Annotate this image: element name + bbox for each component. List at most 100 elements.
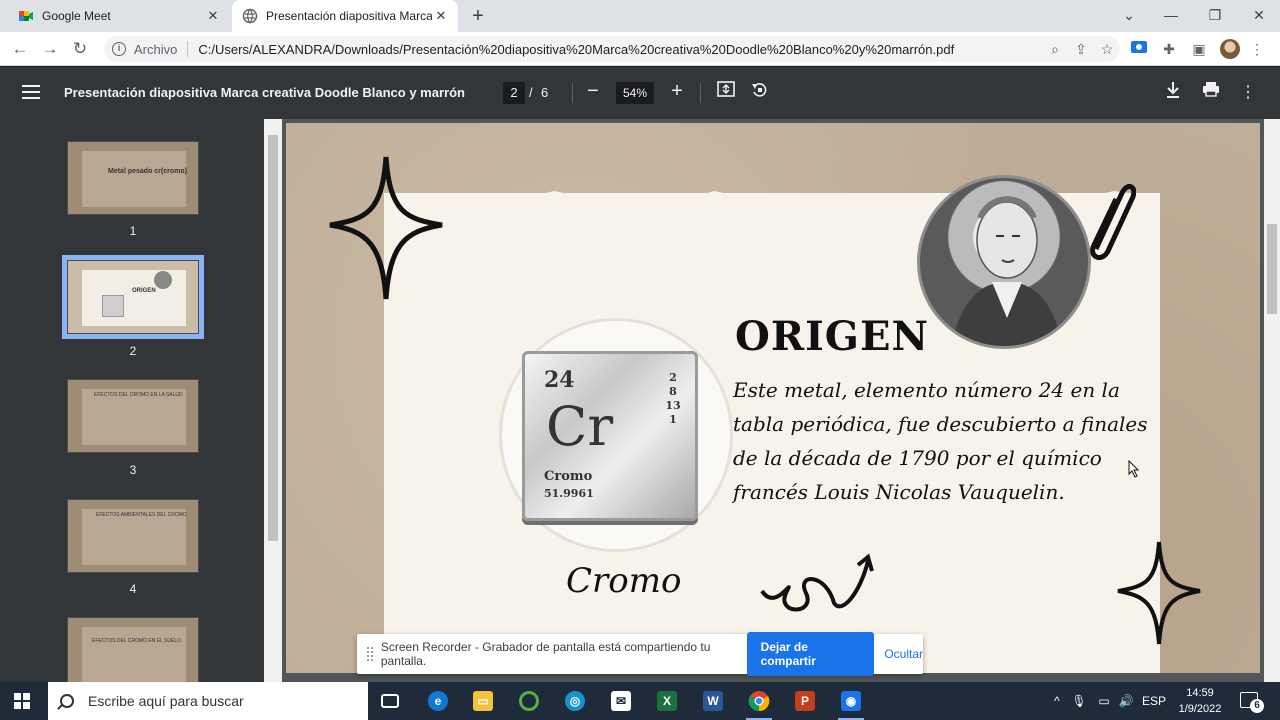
thumbnail-page-1[interactable]: Metal pesado cr(cromo) [67, 141, 199, 215]
qlik-icon[interactable] [512, 686, 546, 716]
total-pages: 6 [541, 85, 549, 100]
thumbnail-page-4[interactable]: EFECTOS AMBIENTALES DEL CROMO [67, 499, 199, 573]
powerpoint-icon[interactable]: P [788, 686, 822, 716]
zoom-level-input[interactable]: 54% [616, 82, 654, 104]
curly-arrow-icon [760, 553, 874, 612]
page-separator: / [529, 85, 533, 100]
language-indicator[interactable]: ESP [1140, 682, 1168, 720]
mouse-cursor-icon [1128, 460, 1140, 478]
hide-banner-button[interactable]: Ocultar [884, 647, 923, 661]
file-explorer-icon[interactable]: ▭ [466, 686, 500, 716]
zoom-out-button[interactable]: − [581, 80, 605, 104]
task-view-icon[interactable] [373, 686, 407, 716]
slide-title: ORIGEN [735, 313, 930, 360]
extensions-puzzle-icon[interactable]: ✚ [1158, 38, 1180, 60]
new-tab-button[interactable]: + [466, 4, 490, 28]
taskbar-search-input[interactable]: Escribe aquí para buscar [48, 682, 368, 720]
viewer-scrollbar-thumb[interactable] [1267, 224, 1277, 314]
stop-sharing-button[interactable]: Dejar de compartir [746, 632, 875, 676]
maximize-button[interactable]: ❐ [1193, 0, 1237, 32]
more-options-icon[interactable]: ⋮ [1236, 81, 1260, 105]
viewer-scrollbar[interactable] [1264, 119, 1280, 682]
atomic-number: 24 [544, 367, 575, 393]
windows-start-icon[interactable] [14, 693, 30, 709]
thumbnail-page-5[interactable]: EFECTOS DEL CROMO EN EL SUELO [67, 617, 199, 682]
thumbnail-page-3[interactable]: EFECTOS DEL CROMO EN LA SALUD [67, 379, 199, 453]
zoom-icon[interactable]: ⌕ [1042, 41, 1068, 58]
fit-to-page-icon[interactable] [714, 81, 738, 105]
share-message: Screen Recorder - Grabador de pantalla e… [380, 640, 711, 668]
window-close-button[interactable]: ✕ [1237, 0, 1280, 32]
back-button[interactable]: ← [8, 37, 32, 61]
rotate-icon[interactable] [748, 81, 772, 105]
screen-share-banner: Screen Recorder - Grabador de pantalla e… [357, 632, 923, 676]
volume-icon[interactable]: 🔊 [1116, 682, 1136, 720]
element-name: Cromo [544, 469, 593, 484]
thumbnail-page-2[interactable]: ORIGEN [67, 260, 199, 334]
hamburger-menu-icon[interactable] [22, 85, 40, 99]
close-icon[interactable]: ✕ [432, 8, 450, 24]
download-icon[interactable] [1161, 81, 1185, 105]
chrome-icon[interactable] [742, 686, 776, 720]
thumbnail-portrait [154, 271, 172, 289]
tab-pdf-document[interactable]: Presentación diapositiva Marca c ✕ [232, 0, 458, 32]
thumbnail-number: 3 [129, 463, 137, 477]
chrome-logo [748, 691, 770, 712]
screen-recorder-icon[interactable]: ◉ [834, 686, 868, 720]
maps-icon[interactable]: ◎ [558, 686, 592, 716]
drag-handle-icon[interactable] [367, 647, 373, 661]
thumbnail-number: 4 [129, 582, 137, 596]
show-hidden-icons[interactable]: ^ [1048, 682, 1066, 720]
search-icon [60, 694, 74, 708]
slide-caption: Cromo [566, 561, 682, 601]
tab-search-icon[interactable]: ⌄ [1107, 0, 1151, 32]
pdf-toolbar: Presentación diapositiva Marca creativa … [0, 67, 1280, 119]
side-panel-icon[interactable]: ▣ [1188, 38, 1210, 60]
minimize-button[interactable]: — [1149, 0, 1193, 32]
address-separator [187, 41, 189, 57]
atomic-mass: 51.9961 [544, 487, 594, 500]
reload-button[interactable]: ↻ [68, 37, 92, 61]
address-input[interactable]: i Archivo C:/Users/ALEXANDRA/Downloads/P… [104, 36, 1120, 62]
url-text[interactable]: C:/Users/ALEXANDRA/Downloads/Presentació… [198, 42, 1042, 57]
tab-label: Google Meet [42, 9, 111, 23]
bookmark-star-icon[interactable]: ☆ [1094, 41, 1120, 58]
electron-shell: 13 [665, 399, 681, 412]
thumbnail-title: EFECTOS DEL CROMO EN EL SUELO [92, 638, 182, 644]
edge-icon[interactable]: e [421, 686, 455, 716]
battery-icon[interactable]: ▭ [1094, 682, 1114, 720]
google-meet-icon [19, 11, 33, 21]
zoom-in-button[interactable]: + [665, 80, 689, 104]
microphone-icon[interactable]: 🎙 [1070, 682, 1088, 720]
page-number-input[interactable]: 2 [503, 82, 525, 104]
browser-menu-icon[interactable]: ⋮ [1246, 38, 1268, 60]
close-icon[interactable]: ✕ [204, 8, 222, 24]
forward-button[interactable]: → [38, 37, 62, 61]
document-title: Presentación diapositiva Marca creativa … [64, 85, 465, 100]
address-bar-row: ← → ↻ i Archivo C:/Users/ALEXANDRA/Downl… [0, 32, 1280, 66]
thumbnail-title: EFECTOS AMBIENTALES DEL CROMO [96, 512, 187, 518]
globe-icon [242, 8, 258, 24]
info-icon[interactable]: i [112, 42, 126, 56]
print-icon[interactable] [1199, 81, 1223, 105]
screen-recorder-extension-icon[interactable] [1128, 38, 1150, 60]
thumbnail-number: 2 [129, 344, 137, 358]
sparkle-icon [329, 156, 443, 300]
system-clock[interactable]: 14:59 1/9/2022 [1172, 685, 1228, 717]
tab-google-meet[interactable]: Google Meet ✕ [8, 0, 230, 32]
excel-icon[interactable]: X [650, 686, 684, 716]
thumbnail-title: ORIGEN [132, 288, 156, 294]
element-symbol: Cr [546, 395, 614, 458]
pdf-viewer: 24 Cr Cromo 51.9961 2 8 13 1 ORIGEN Este… [282, 119, 1264, 682]
word-icon[interactable]: W [696, 686, 730, 716]
electron-shell: 2 [669, 371, 677, 384]
sidebar-scrollbar-thumb[interactable] [268, 135, 278, 541]
share-icon[interactable]: ⇪ [1068, 41, 1094, 58]
profile-avatar[interactable] [1220, 39, 1240, 59]
portrait-illustration [951, 196, 1063, 346]
sparkle-icon [1117, 541, 1201, 645]
mail-icon[interactable]: ✉ [604, 686, 638, 716]
browser-tab-strip: Google Meet ✕ Presentación diapositiva M… [0, 0, 1280, 32]
windows-taskbar: Escribe aquí para buscar e ▭ ◎ ✉ X W P ◉… [0, 682, 1280, 720]
scientist-portrait [917, 175, 1091, 349]
